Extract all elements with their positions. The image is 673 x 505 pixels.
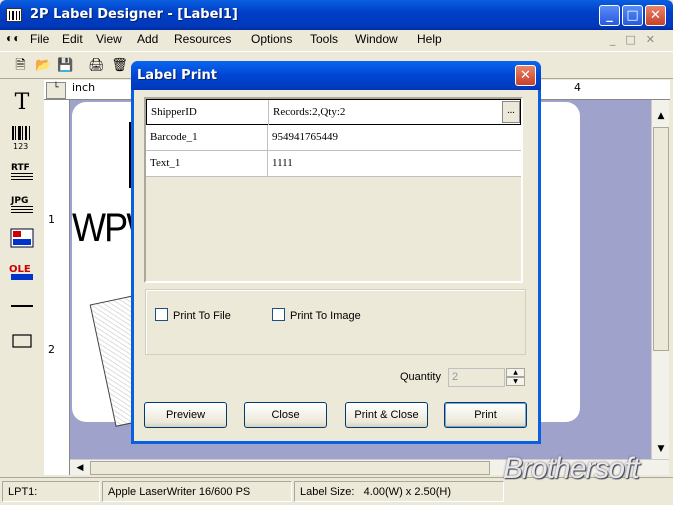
grid-row[interactable]: Barcode_1 954941765449 bbox=[146, 125, 521, 151]
quantity-label: Quantity bbox=[400, 371, 441, 383]
field-value[interactable]: 1111 bbox=[268, 151, 521, 177]
field-name: Text_1 bbox=[146, 151, 268, 177]
ole-tool-icon[interactable]: OLE bbox=[9, 260, 35, 286]
menu-edit[interactable]: Edit bbox=[62, 32, 83, 46]
label-size-value: 4.00(W) x 2.50(H) bbox=[363, 486, 452, 498]
status-label-size: Label Size: 4.00(W) x 2.50(H) bbox=[294, 481, 504, 502]
line-tool-icon[interactable] bbox=[9, 295, 35, 321]
tool-panel: T 123 RTF JPG OLE bbox=[0, 80, 44, 476]
minimize-button[interactable]: _ bbox=[599, 5, 620, 26]
new-file-icon[interactable]: 🗎 bbox=[12, 57, 29, 74]
ruler-mark: 4 bbox=[574, 81, 581, 94]
print-button[interactable]: Print bbox=[444, 402, 527, 428]
close-dialog-button[interactable]: Close bbox=[244, 402, 327, 428]
rectangle-tool-icon[interactable] bbox=[9, 330, 35, 356]
checkbox-box[interactable] bbox=[155, 308, 168, 321]
field-name: Barcode_1 bbox=[146, 125, 268, 151]
text-tool-icon[interactable]: T bbox=[9, 90, 35, 116]
print-to-file-label: Print To File bbox=[173, 310, 231, 322]
menu-options[interactable]: Options bbox=[251, 32, 292, 46]
app-barcode-icon bbox=[6, 8, 22, 22]
save-icon[interactable]: 💾 bbox=[57, 57, 74, 74]
print-to-image-label: Print To Image bbox=[290, 310, 361, 322]
vertical-scrollbar[interactable]: ▲ ▼ bbox=[651, 100, 669, 459]
image-tool-icon[interactable] bbox=[9, 227, 35, 253]
dialog-close-icon[interactable]: ✕ bbox=[515, 65, 536, 86]
spin-down-icon[interactable]: ▼ bbox=[506, 377, 525, 386]
grid-row[interactable]: Text_1 1111 bbox=[146, 151, 521, 177]
menu-add[interactable]: Add bbox=[137, 32, 158, 46]
scroll-down-icon[interactable]: ▼ bbox=[653, 441, 669, 457]
ruler-mark: 2 bbox=[48, 343, 55, 356]
close-button[interactable]: ✕ bbox=[645, 5, 666, 26]
menu-resources[interactable]: Resources bbox=[174, 32, 231, 46]
label-size-caption: Label Size: bbox=[300, 486, 355, 498]
horizontal-scroll-thumb[interactable] bbox=[90, 461, 490, 475]
open-folder-icon[interactable]: 📂 bbox=[35, 57, 52, 74]
status-port: LPT1: bbox=[2, 481, 100, 502]
left-ruler: 1 2 bbox=[44, 100, 70, 475]
scroll-up-icon[interactable]: ▲ bbox=[653, 108, 669, 124]
menu-window[interactable]: Window bbox=[355, 32, 398, 46]
checkbox-box[interactable] bbox=[272, 308, 285, 321]
dialog-titlebar[interactable]: Label Print ✕ bbox=[131, 61, 541, 90]
status-printer: Apple LaserWriter 16/600 PS bbox=[102, 481, 292, 502]
field-grid: ShipperID Records:2,Qty:2 ... Barcode_1 … bbox=[144, 97, 523, 283]
menu-file[interactable]: File bbox=[30, 32, 49, 46]
maximize-button[interactable]: □ bbox=[622, 5, 643, 26]
field-name: ShipperID bbox=[147, 100, 269, 126]
barcode-tool-icon[interactable]: 123 bbox=[9, 125, 35, 151]
ruler-mark: 1 bbox=[48, 213, 55, 226]
print-close-button[interactable]: Print & Close bbox=[345, 402, 428, 428]
menu-view[interactable]: View bbox=[96, 32, 122, 46]
menu-tools[interactable]: Tools bbox=[310, 32, 338, 46]
print-to-file-checkbox[interactable]: Print To File bbox=[155, 308, 231, 322]
delete-icon[interactable]: 🗑 bbox=[111, 57, 128, 74]
window-title: 2P Label Designer - [Label1] bbox=[30, 7, 238, 22]
watermark-text: Brothersoft bbox=[503, 452, 640, 485]
svg-text:RTF: RTF bbox=[11, 163, 30, 173]
window-titlebar[interactable]: 2P Label Designer - [Label1] _ □ ✕ bbox=[0, 0, 673, 30]
label-print-dialog: Label Print ✕ ShipperID Records:2,Qty:2 … bbox=[131, 61, 541, 444]
grid-row[interactable]: ShipperID Records:2,Qty:2 ... bbox=[146, 99, 521, 126]
jpg-tool-icon[interactable]: JPG bbox=[9, 193, 35, 219]
quantity-input[interactable]: 2 bbox=[448, 368, 505, 387]
spin-up-icon[interactable]: ▲ bbox=[506, 368, 525, 377]
dialog-title: Label Print bbox=[137, 68, 218, 83]
svg-text:OLE: OLE bbox=[9, 264, 31, 275]
browse-button[interactable]: ... bbox=[502, 101, 520, 123]
rtf-tool-icon[interactable]: RTF bbox=[9, 160, 35, 186]
field-value[interactable]: Records:2,Qty:2 bbox=[269, 100, 501, 126]
mdi-window-controls[interactable]: _□✕ bbox=[610, 33, 665, 46]
print-icon[interactable]: 🖨 bbox=[88, 57, 105, 74]
print-to-image-checkbox[interactable]: Print To Image bbox=[272, 308, 361, 322]
scroll-left-icon[interactable]: ◀ bbox=[72, 460, 88, 476]
mdi-child-icon[interactable]: ◐◐ bbox=[6, 31, 21, 45]
quantity-stepper[interactable]: ▲ ▼ bbox=[506, 368, 525, 387]
print-options-group: Print To File Print To Image bbox=[145, 289, 526, 355]
menu-bar: ◐◐ File Edit View Add Resources Options … bbox=[0, 30, 673, 50]
svg-text:123: 123 bbox=[13, 142, 28, 151]
ruler-unit: inch bbox=[72, 81, 96, 94]
svg-text:JPG: JPG bbox=[10, 196, 28, 206]
preview-button[interactable]: Preview bbox=[144, 402, 227, 428]
vertical-scroll-thumb[interactable] bbox=[653, 127, 669, 351]
menu-help[interactable]: Help bbox=[417, 32, 442, 46]
field-value[interactable]: 954941765449 bbox=[268, 125, 521, 151]
ruler-origin-button[interactable]: └ bbox=[46, 82, 66, 99]
